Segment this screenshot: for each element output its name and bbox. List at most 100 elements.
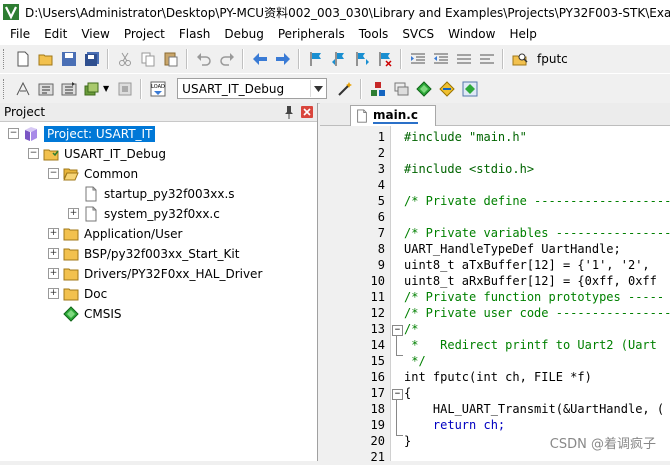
- indent-button[interactable]: [408, 49, 428, 69]
- rebuild-button[interactable]: [59, 79, 79, 99]
- tree-item-label: Project: USART_IT: [44, 125, 156, 142]
- comment-button[interactable]: [454, 49, 474, 69]
- redo-button[interactable]: [217, 49, 237, 69]
- target-select-dropdown[interactable]: [310, 80, 326, 97]
- line-number: 7: [377, 226, 385, 240]
- pack-installer-button[interactable]: [437, 79, 457, 99]
- tree-item-project[interactable]: − Project: USART_IT: [8, 124, 156, 143]
- manage-rte-button[interactable]: [460, 79, 480, 99]
- menu-peripherals[interactable]: Peripherals: [271, 27, 352, 41]
- code-text: */: [404, 354, 426, 368]
- menu-project[interactable]: Project: [117, 27, 172, 41]
- code-line: uint8_t aRxBuffer[12] = {0xff, 0xff: [390, 273, 670, 289]
- manage-books-button[interactable]: [391, 79, 411, 99]
- menu-debug[interactable]: Debug: [217, 27, 270, 41]
- expand-toggle[interactable]: +: [48, 268, 59, 279]
- tree-item-system-file[interactable]: + system_py32f0xx.c: [68, 204, 220, 223]
- line-number: 3: [377, 162, 385, 176]
- next-bookmark-icon: [356, 52, 369, 66]
- menu-edit[interactable]: Edit: [37, 27, 74, 41]
- code-area[interactable]: #include "main.h" #include <stdio.h> /* …: [390, 126, 670, 461]
- file-icon: [357, 109, 367, 123]
- folder-icon: [63, 266, 79, 282]
- close-panel-button[interactable]: [301, 106, 313, 118]
- menu-help[interactable]: Help: [502, 27, 543, 41]
- prev-bookmark-button[interactable]: [329, 49, 349, 69]
- expand-toggle[interactable]: +: [68, 208, 79, 219]
- menu-svcs[interactable]: SVCS: [395, 27, 441, 41]
- batch-build-dropdown-icon[interactable]: ▼: [103, 84, 109, 93]
- menu-window[interactable]: Window: [441, 27, 502, 41]
- line-number: 15: [370, 354, 385, 368]
- tree-item-drivers[interactable]: + Drivers/PY32F0xx_HAL_Driver: [48, 264, 262, 283]
- batch-build-button[interactable]: [82, 79, 102, 99]
- navigate-forward-button[interactable]: [273, 49, 293, 69]
- code-text: /* Private function prototypes -----: [404, 290, 665, 304]
- line-number: 9: [377, 258, 385, 272]
- target-options-button[interactable]: [335, 79, 355, 99]
- tree-item-application-user[interactable]: + Application/User: [48, 224, 182, 243]
- navigate-back-button[interactable]: [250, 49, 270, 69]
- undo-button[interactable]: [194, 49, 214, 69]
- save-all-button[interactable]: [82, 49, 102, 69]
- collapse-toggle[interactable]: −: [8, 128, 19, 139]
- unindent-button[interactable]: [431, 49, 451, 69]
- file-toolbar: fputc: [0, 44, 670, 74]
- tree-item-startup-file[interactable]: startup_py32f003xx.s: [68, 184, 235, 203]
- tree-item-target[interactable]: − USART_IT_Debug: [28, 144, 166, 163]
- next-bookmark-button[interactable]: [352, 49, 372, 69]
- toolbar-grip[interactable]: [3, 78, 7, 99]
- tree-item-cmsis[interactable]: CMSIS: [48, 304, 122, 323]
- copy-button[interactable]: [138, 49, 158, 69]
- tree-item-bsp[interactable]: + BSP/py32f003xx_Start_Kit: [48, 244, 239, 263]
- menu-flash[interactable]: Flash: [172, 27, 217, 41]
- clear-bookmarks-button[interactable]: [375, 49, 395, 69]
- find-text[interactable]: fputc: [537, 52, 568, 66]
- translate-button[interactable]: [13, 79, 33, 99]
- expand-toggle[interactable]: +: [48, 288, 59, 299]
- code-line: return ch;: [390, 417, 670, 433]
- cut-icon: [118, 52, 131, 66]
- target-folder-icon: [43, 146, 59, 162]
- menu-bar: File Edit View Project Flash Debug Perip…: [0, 24, 670, 44]
- project-icon: [23, 126, 39, 142]
- new-file-button[interactable]: [13, 49, 33, 69]
- menu-file[interactable]: File: [0, 27, 37, 41]
- collapse-toggle[interactable]: −: [28, 148, 39, 159]
- line-number: 21: [370, 450, 385, 464]
- find-in-files-button[interactable]: [510, 49, 530, 69]
- arrow-right-icon: [275, 53, 290, 65]
- cut-button[interactable]: [115, 49, 135, 69]
- undo-icon: [196, 53, 211, 66]
- open-file-button[interactable]: [36, 49, 56, 69]
- download-button[interactable]: LOAD: [148, 79, 168, 99]
- pin-icon[interactable]: [283, 105, 295, 119]
- menu-tools[interactable]: Tools: [352, 27, 396, 41]
- code-text: uint8_t aRxBuffer[12] = {0xff, 0xff: [404, 274, 657, 288]
- tab-main-c[interactable]: main.c: [350, 105, 436, 126]
- select-packs-button[interactable]: [414, 79, 434, 99]
- unindent-icon: [433, 53, 448, 64]
- bookmark-button[interactable]: [306, 49, 326, 69]
- manage-project-items-button[interactable]: [368, 79, 388, 99]
- paste-button[interactable]: [161, 49, 181, 69]
- copy-icon: [141, 52, 154, 67]
- code-text: /*: [404, 322, 419, 336]
- toolbar-separator: [107, 49, 109, 69]
- uncomment-button[interactable]: [477, 49, 497, 69]
- toolbar-grip[interactable]: [3, 49, 7, 69]
- target-select-value: USART_IT_Debug: [182, 81, 285, 96]
- target-select[interactable]: USART_IT_Debug: [177, 78, 328, 99]
- collapse-toggle[interactable]: −: [48, 168, 59, 179]
- tree-item-doc[interactable]: + Doc: [48, 284, 107, 303]
- build-button[interactable]: [36, 79, 56, 99]
- clear-bookmarks-icon: [379, 52, 392, 67]
- save-button[interactable]: [59, 49, 79, 69]
- expand-toggle[interactable]: +: [48, 248, 59, 259]
- line-number: 16: [370, 370, 385, 384]
- expand-toggle[interactable]: +: [48, 228, 59, 239]
- tree-item-common-group[interactable]: − Common: [48, 164, 138, 183]
- stop-build-button[interactable]: [115, 79, 135, 99]
- menu-view[interactable]: View: [74, 27, 116, 41]
